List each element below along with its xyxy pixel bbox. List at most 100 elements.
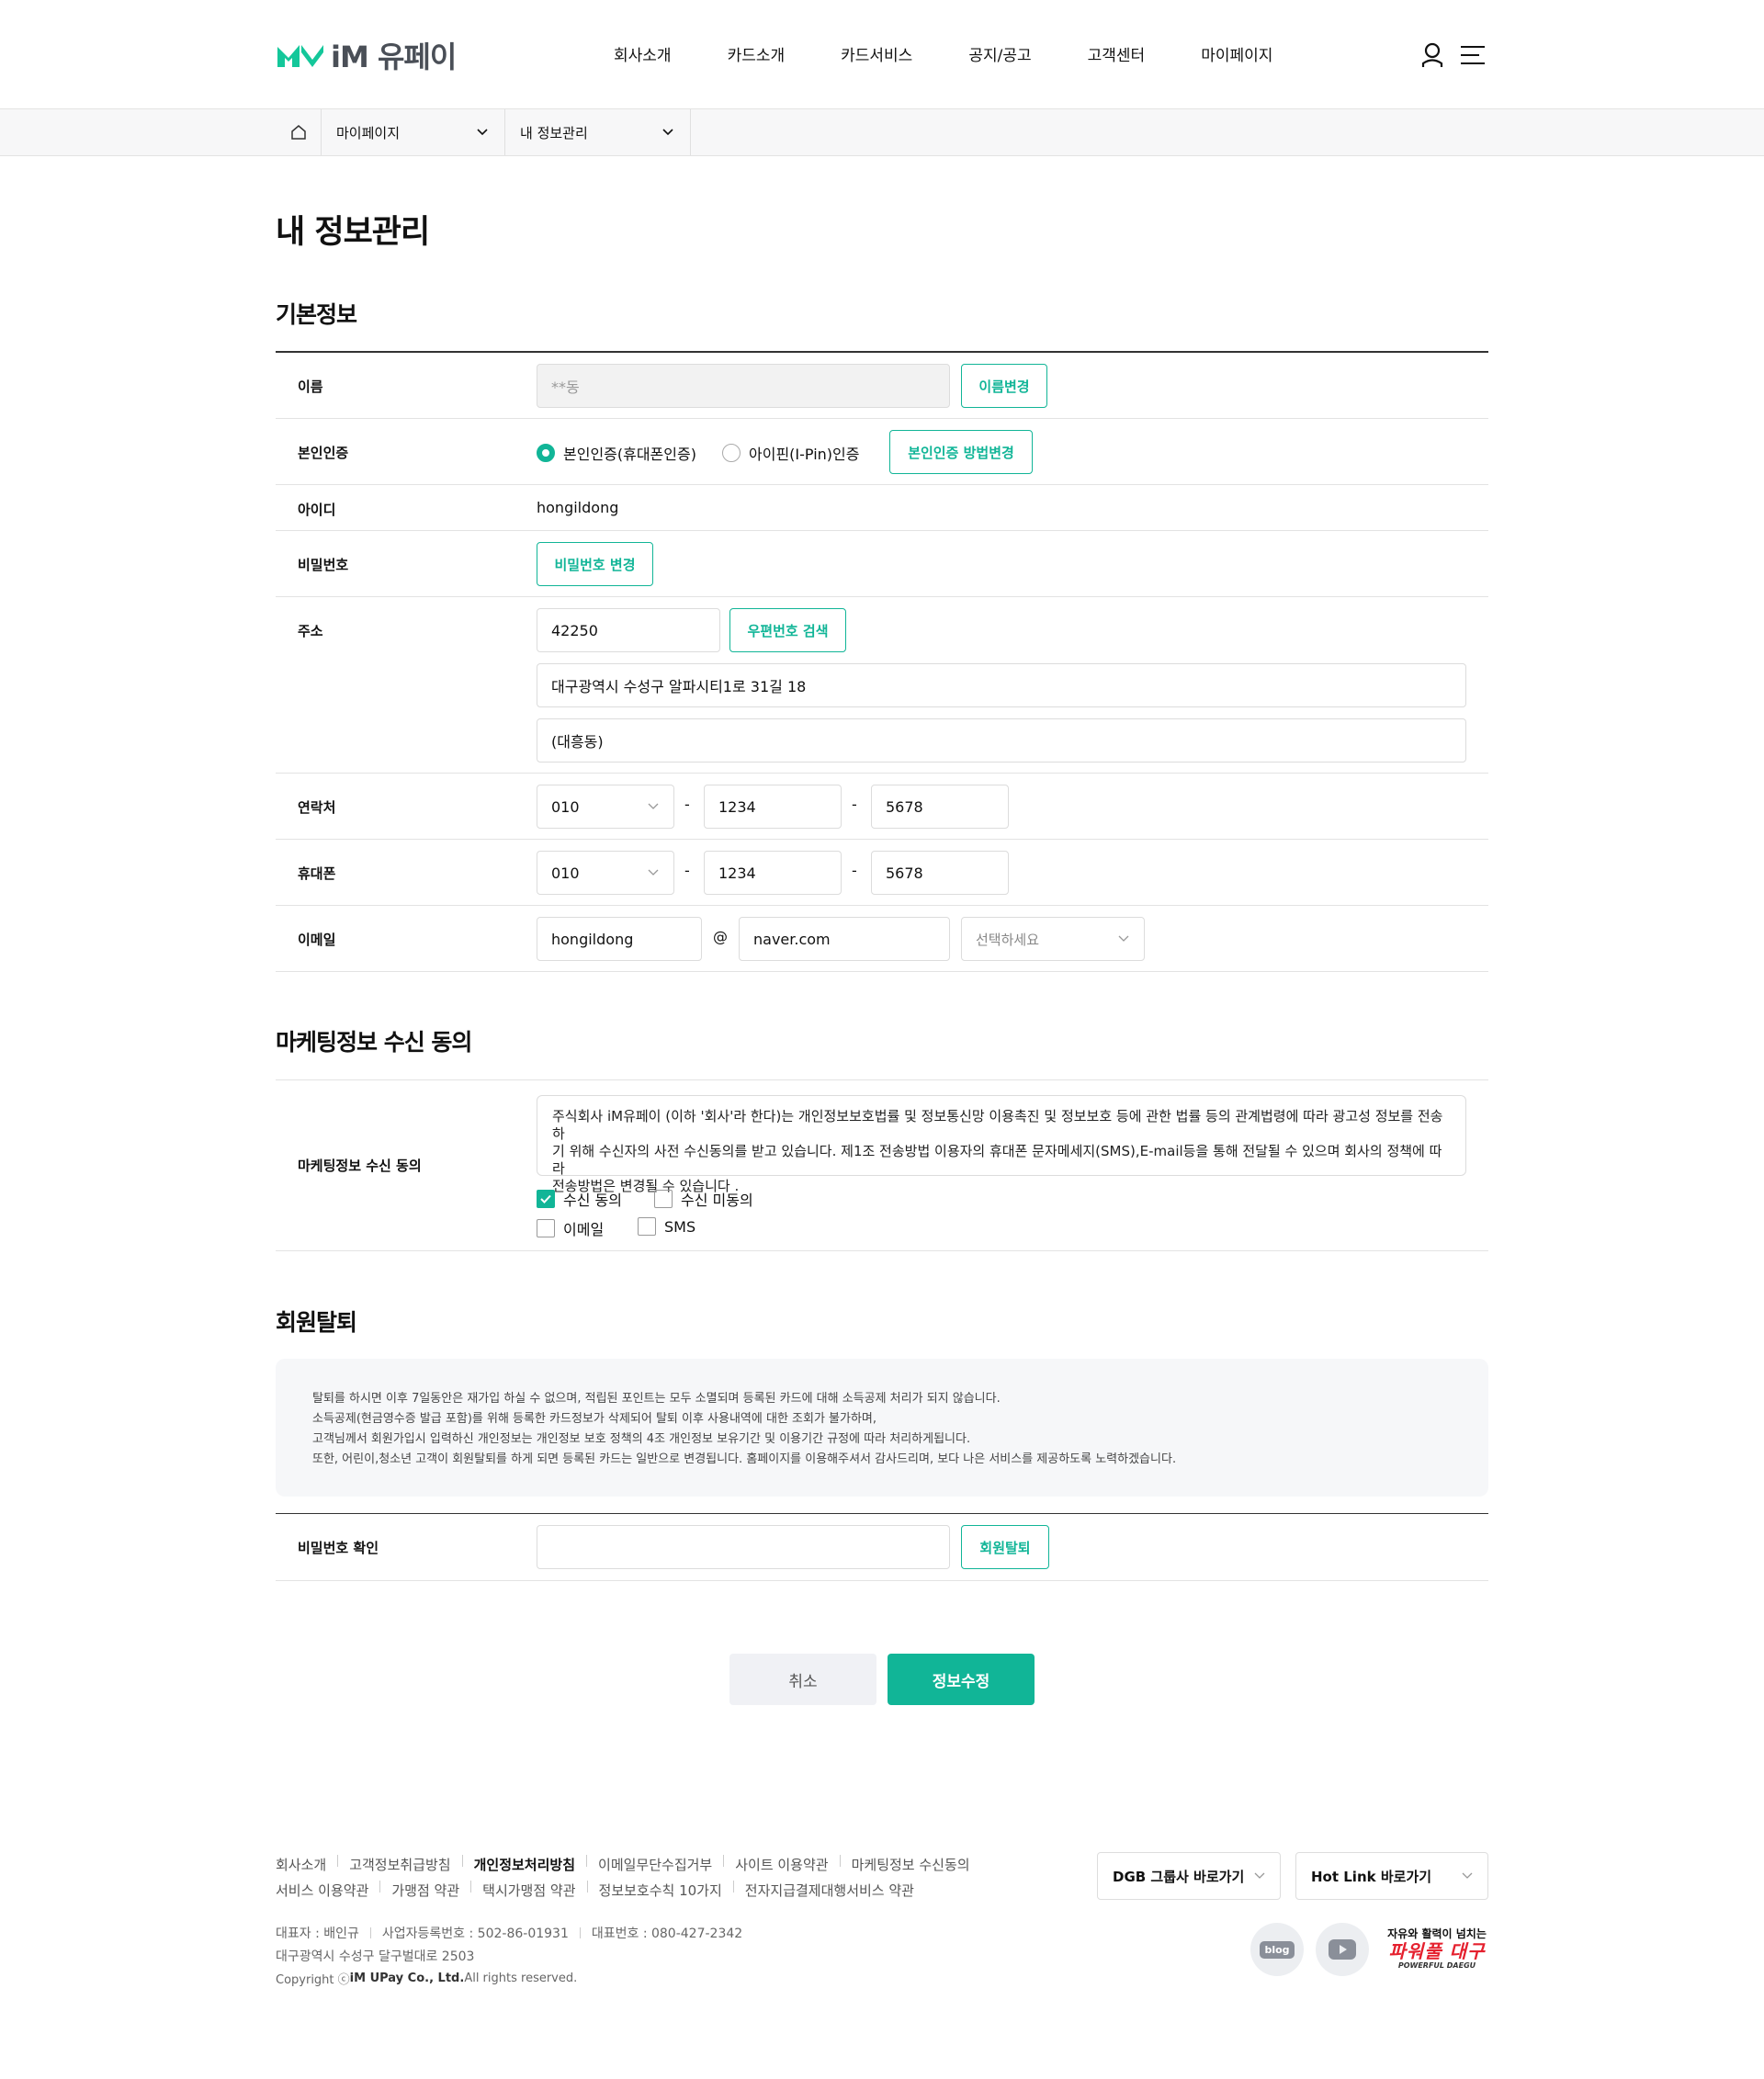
footer-link-service-terms[interactable]: 서비스 이용약관 [276, 1881, 368, 1900]
withdraw-password-label: 비밀번호 확인 [298, 1540, 379, 1556]
tel-last-input[interactable]: 5678 [871, 785, 1009, 829]
footer-links-row1: 회사소개 고객정보취급방침 개인정보처리방침 이메일무단수집거부 사이트 이용약… [276, 1855, 970, 1874]
id-label: 아이디 [298, 502, 336, 518]
withdraw-notice-line: 또한, 어린이,청소년 고객이 회원탈퇴를 하게 되면 등록된 카드는 일반으로… [312, 1452, 1177, 1466]
email-domain-select-value: 선택하세요 [976, 931, 1040, 948]
auth-ipin-label: 아이핀(I-Pin)인증 [749, 446, 860, 463]
password-row: 비밀번호 비밀번호 변경 [276, 531, 1488, 597]
address-label: 주소 [298, 623, 323, 639]
footer-link-merchant-terms[interactable]: 가맹점 약관 [391, 1881, 459, 1900]
breadcrumb-level1-select[interactable]: 마이페이지 [322, 109, 505, 155]
address-line2-input[interactable]: (대흥동) [537, 718, 1466, 763]
dgb-group-select[interactable]: DGB 그룹사 바로가기 [1097, 1852, 1281, 1900]
nav-company[interactable]: 회사소개 [614, 42, 672, 65]
footer-link-taxi-terms[interactable]: 택시가맹점 약관 [482, 1881, 575, 1900]
breadcrumb-level2-select[interactable]: 내 정보관리 [505, 109, 691, 155]
dgb-group-select-label: DGB 그룹사 바로가기 [1113, 1868, 1245, 1885]
id-value: hongildong [537, 499, 619, 516]
zipcode-search-button[interactable]: 우편번호 검색 [729, 608, 846, 652]
change-password-button[interactable]: 비밀번호 변경 [537, 542, 653, 586]
user-icon[interactable] [1420, 42, 1444, 68]
name-input: **동 [537, 364, 950, 408]
logo[interactable]: iM 유페이 [276, 40, 457, 74]
dash: - [684, 862, 690, 879]
email-domain-input[interactable]: naver.com [739, 917, 950, 961]
blog-icon[interactable]: blog [1250, 1923, 1304, 1976]
auth-label: 본인인증 [298, 445, 349, 461]
footer-link-email-refuse[interactable]: 이메일무단수집거부 [598, 1855, 712, 1874]
marketing-agree-checkbox[interactable]: 수신 동의 [537, 1188, 622, 1210]
marketing-email-checkbox[interactable]: 이메일 [537, 1217, 604, 1239]
zipcode-input[interactable]: 42250 [537, 608, 720, 652]
nav-notice[interactable]: 공지/공고 [968, 42, 1031, 65]
address-line1-input[interactable]: 대구광역시 수성구 알파시티1로 31길 18 [537, 663, 1466, 707]
change-auth-method-button[interactable]: 본인인증 방법변경 [889, 430, 1033, 474]
marketing-row: 마케팅정보 수신 동의 주식회사 iM유페이 (이하 '회사'라 한다)는 개인… [276, 1080, 1488, 1251]
marketing-sms-checkbox[interactable]: SMS [638, 1217, 695, 1236]
footer-link-company[interactable]: 회사소개 [276, 1855, 326, 1874]
address-row: 주소 42250 우편번호 검색 대구광역시 수성구 알파시티1로 31길 18… [276, 597, 1488, 774]
footer-link-privacy[interactable]: 개인정보처리방침 [474, 1855, 575, 1874]
mobile-row: 휴대폰 010 - 1234 - 5678 [276, 840, 1488, 906]
email-id-input[interactable]: hongildong [537, 917, 702, 961]
withdraw-notice: 탈퇴를 하시면 이후 7일동안은 재가입 하실 수 없으며, 적립된 포인트는 … [276, 1359, 1488, 1497]
home-icon[interactable] [276, 109, 322, 155]
dash: - [852, 862, 857, 879]
marketing-sms-label: SMS [664, 1217, 696, 1236]
footer-links-row2: 서비스 이용약관 가맹점 약관 택시가맹점 약관 정보보호수칙 10가지 전자지… [276, 1881, 914, 1900]
nav-customer-center[interactable]: 고객센터 [1088, 42, 1146, 65]
withdraw-button[interactable]: 회원탈퇴 [961, 1525, 1049, 1569]
footer-link-site-terms[interactable]: 사이트 이용약관 [735, 1855, 828, 1874]
mobile-label: 휴대폰 [298, 865, 336, 882]
footer-link-customer-info[interactable]: 고객정보취급방침 [349, 1855, 450, 1874]
footer-ceo: 대표자 : 배인규 [276, 1926, 359, 1941]
hotlink-select[interactable]: Hot Link 바로가기 [1295, 1852, 1488, 1900]
tel-prefix-select[interactable]: 010 [537, 785, 674, 829]
marketing-text-line: 주식회사 iM유페이 (이하 '회사'라 한다)는 개인정보보호법률 및 정보통… [552, 1108, 1443, 1142]
breadcrumb-level1-label: 마이페이지 [336, 124, 401, 141]
auth-phone-label: 본인인증(휴대폰인증) [563, 446, 696, 463]
email-row: 이메일 hongildong @ naver.com 선택하세요 [276, 906, 1488, 972]
id-row: 아이디 hongildong [276, 485, 1488, 531]
mobile-last-input[interactable]: 5678 [871, 851, 1009, 895]
nav-cards[interactable]: 카드소개 [728, 42, 786, 65]
breadcrumb-level2-label: 내 정보관리 [520, 124, 588, 141]
cancel-button[interactable]: 취소 [729, 1654, 876, 1705]
menu-icon[interactable] [1461, 44, 1485, 66]
password-label: 비밀번호 [298, 557, 349, 573]
name-label: 이름 [298, 379, 323, 395]
mobile-middle-input[interactable]: 1234 [704, 851, 842, 895]
youtube-icon[interactable] [1316, 1923, 1369, 1976]
powerful-daegu-logo[interactable]: 자유와 활력이 넘치는 파워풀 대구 POWERFUL DAEGU [1385, 1926, 1488, 1970]
marketing-label: 마케팅정보 수신 동의 [298, 1158, 422, 1174]
page-title: 내 정보관리 [276, 214, 430, 251]
daegu-english: POWERFUL DAEGU [1397, 1961, 1476, 1970]
mobile-prefix-select[interactable]: 010 [537, 851, 674, 895]
email-domain-select[interactable]: 선택하세요 [961, 917, 1145, 961]
checkbox-unchecked-icon [654, 1190, 673, 1208]
withdraw-password-input[interactable] [537, 1525, 950, 1569]
tel-prefix-value: 010 [551, 797, 580, 816]
main-nav: 회사소개 카드소개 카드서비스 공지/공고 고객센터 마이페이지 [614, 42, 1329, 65]
withdraw-notice-line: 고객님께서 회원가입시 입력하신 개인정보는 개인정보 보호 정책의 4조 개인… [312, 1432, 971, 1446]
footer-address: 대구광역시 수성구 달구벌대로 2503 [276, 1949, 475, 1964]
auth-ipin-radio[interactable]: 아이핀(I-Pin)인증 [722, 442, 859, 464]
auth-phone-radio[interactable]: 본인인증(휴대폰인증) [537, 442, 696, 464]
footer-link-pg-terms[interactable]: 전자지급결제대행서비스 약관 [745, 1881, 914, 1900]
footer-link-security-rules[interactable]: 정보보호수칙 10가지 [599, 1881, 722, 1900]
basic-info-title: 기본정보 [276, 301, 357, 328]
chevron-down-icon [648, 869, 659, 876]
nav-card-service[interactable]: 카드서비스 [841, 42, 912, 65]
footer-copyright: Copyright ⓒ iM UPay Co., Ltd. All rights … [276, 1970, 577, 1987]
chevron-down-icon [477, 129, 488, 136]
footer-link-marketing[interactable]: 마케팅정보 수신동의 [852, 1855, 970, 1874]
footer-phone: 대표번호 : 080-427-2342 [591, 1926, 743, 1941]
submit-button[interactable]: 정보수정 [888, 1654, 1035, 1705]
marketing-disagree-checkbox[interactable]: 수신 미동의 [654, 1188, 753, 1210]
change-name-button[interactable]: 이름변경 [961, 364, 1047, 408]
tel-middle-input[interactable]: 1234 [704, 785, 842, 829]
chevron-down-icon [662, 129, 673, 136]
nav-mypage[interactable]: 마이페이지 [1201, 42, 1272, 65]
withdraw-notice-line: 탈퇴를 하시면 이후 7일동안은 재가입 하실 수 없으며, 적립된 포인트는 … [312, 1392, 1001, 1406]
at-sign: @ [713, 928, 728, 945]
